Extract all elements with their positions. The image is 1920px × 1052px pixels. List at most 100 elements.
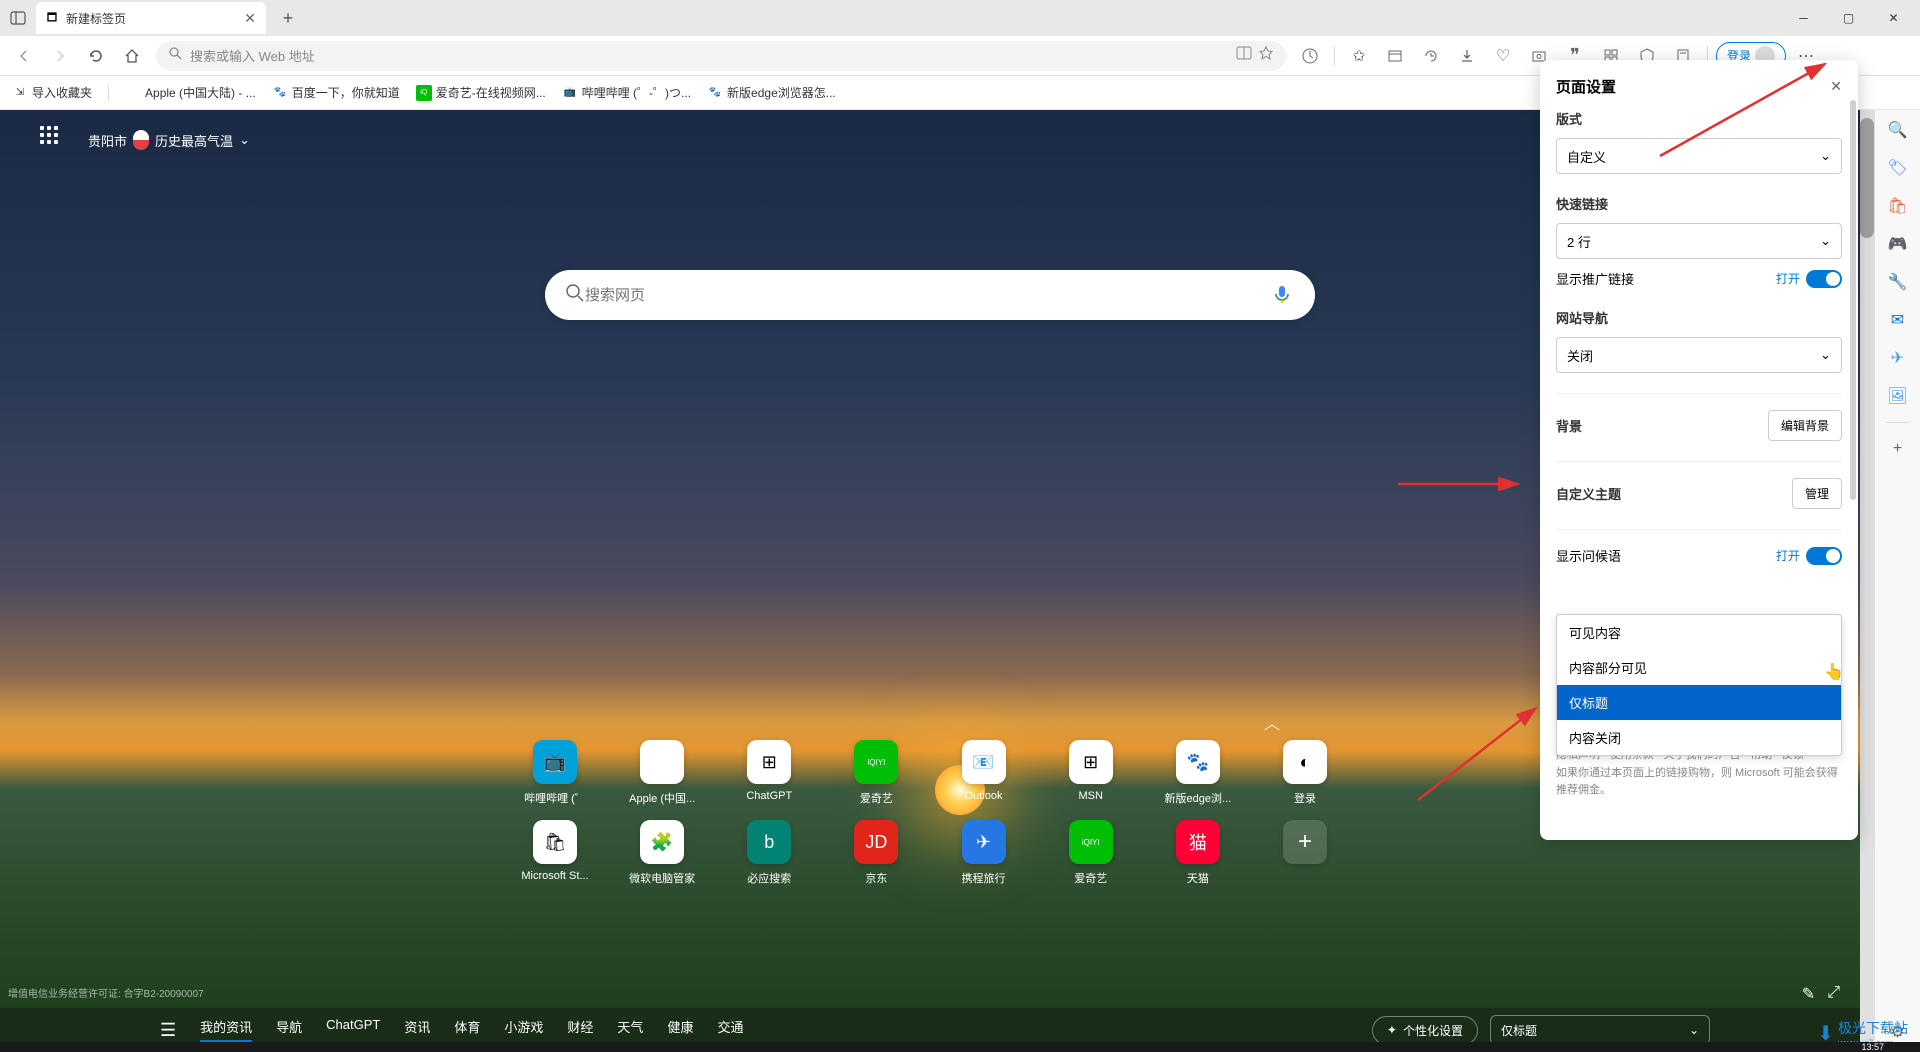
split-screen-icon[interactable] xyxy=(1236,45,1252,66)
quick-link-tile[interactable]: 猫天猫 xyxy=(1163,820,1233,886)
quick-link-tile[interactable]: ◐登录 xyxy=(1270,740,1340,806)
bookmark-item[interactable]: 🐾新版edge浏览器怎... xyxy=(707,84,836,101)
layout-select[interactable]: 仅标题 ⌄ xyxy=(1490,1015,1710,1045)
feed-nav-item[interactable]: 导航 xyxy=(276,1017,302,1043)
feed-nav-item[interactable]: 资讯 xyxy=(404,1017,430,1043)
greeting-toggle[interactable] xyxy=(1806,547,1842,565)
feed-nav-item[interactable]: ChatGPT xyxy=(326,1017,380,1043)
tab-close-button[interactable]: ✕ xyxy=(242,10,258,26)
downloads-icon[interactable] xyxy=(1451,40,1483,72)
quick-link-tile[interactable]: JD京东 xyxy=(841,820,911,886)
personalize-button[interactable]: ✦ 个性化设置 xyxy=(1372,1016,1478,1045)
edit-icon[interactable]: ✎ xyxy=(1802,984,1815,1004)
quick-link-tile[interactable]: 📺哔哩哔哩 (゜ xyxy=(520,740,590,806)
sidebar-search-icon[interactable]: 🔍 xyxy=(1886,118,1910,142)
iqiyi-icon: iQ xyxy=(416,85,432,101)
annotation-arrow xyxy=(1398,474,1528,499)
site-nav-label: 网站导航 xyxy=(1556,308,1842,327)
bookmark-item[interactable]: 🐾百度一下，你就知道 xyxy=(272,84,400,101)
tile-label: ChatGPT xyxy=(746,790,792,802)
feed-nav-item[interactable]: 我的资讯 xyxy=(200,1017,252,1043)
feed-nav-item[interactable]: 小游戏 xyxy=(504,1017,543,1043)
favorites-icon[interactable]: ✩ xyxy=(1343,40,1375,72)
search-input[interactable] xyxy=(585,287,1271,304)
bookmark-item[interactable]: Apple (中国大陆) - ... xyxy=(125,84,256,101)
back-button[interactable] xyxy=(8,40,40,72)
feed-nav-item[interactable]: 交通 xyxy=(717,1017,743,1043)
add-tile-button[interactable]: + xyxy=(1270,820,1340,886)
tile-icon: ⊞ xyxy=(1069,740,1113,784)
edit-background-button[interactable]: 编辑背景 xyxy=(1768,410,1842,441)
dropdown-option[interactable]: 内容部分可见 xyxy=(1557,650,1841,685)
location-weather[interactable]: 贵阳市 历史最高气温 ⌄ xyxy=(88,130,250,150)
quick-link-tile[interactable]: ✈携程旅行 xyxy=(949,820,1019,886)
tray-clock[interactable]: 13:57 xyxy=(1861,1042,1884,1052)
quick-link-tile[interactable]: 📧Outlook xyxy=(949,740,1019,806)
sidebar-tag-icon[interactable]: 🏷 xyxy=(1886,156,1910,180)
sidebar-games-icon[interactable]: 🎮 xyxy=(1886,232,1910,256)
quick-link-tile[interactable]: 🛍Microsoft St... xyxy=(520,820,590,886)
browser-tab[interactable]: 🗖 新建标签页 ✕ xyxy=(36,2,266,34)
sidebar-tools-icon[interactable]: 🔧 xyxy=(1886,270,1910,294)
tile-label: 爱奇艺 xyxy=(1074,870,1107,886)
sidebar-image-icon[interactable]: 🖼 xyxy=(1886,384,1910,408)
sidebar-shopping-icon[interactable]: 🛍 xyxy=(1886,194,1910,218)
quick-link-tile[interactable]: 🧩微软电脑管家 xyxy=(627,820,697,886)
tile-label: 天猫 xyxy=(1187,870,1209,886)
tile-icon: 🛍 xyxy=(533,820,577,864)
feed-nav-item[interactable]: 财经 xyxy=(567,1017,593,1043)
quick-link-tile[interactable]: 🐾新版edge浏... xyxy=(1163,740,1233,806)
content-scrollbar[interactable] xyxy=(1860,110,1874,1052)
quicklinks-dropdown[interactable]: 2 行 ⌄ xyxy=(1556,223,1842,259)
collections-icon[interactable] xyxy=(1379,40,1411,72)
menu-icon[interactable]: ☰ xyxy=(160,1020,176,1041)
address-bar[interactable]: 搜索或输入 Web 地址 xyxy=(156,41,1286,71)
expand-icon[interactable]: ⤢ xyxy=(1827,984,1840,1004)
dropdown-option[interactable]: 内容关闭 xyxy=(1557,720,1841,755)
tile-label: 京东 xyxy=(865,870,887,886)
bookmark-item[interactable]: iQ爱奇艺-在线视频网... xyxy=(416,84,546,101)
panel-scrollbar[interactable] xyxy=(1850,100,1856,500)
windows-taskbar[interactable] xyxy=(0,1042,1920,1052)
apple-icon xyxy=(125,85,141,101)
quick-link-tile[interactable]: iQIYI爱奇艺 xyxy=(841,740,911,806)
sidebar-outlook-icon[interactable]: ✉ xyxy=(1886,308,1910,332)
import-bookmarks[interactable]: ⇲ 导入收藏夹 xyxy=(12,84,92,101)
site-nav-dropdown[interactable]: 关闭 ⌄ xyxy=(1556,337,1842,373)
performance-icon[interactable]: ♡ xyxy=(1487,40,1519,72)
voice-search-button[interactable] xyxy=(1271,283,1295,307)
new-tab-button[interactable]: + xyxy=(274,4,302,32)
feed-nav-item[interactable]: 体育 xyxy=(454,1017,480,1043)
tab-spaces-button[interactable] xyxy=(4,4,32,32)
scrollbar-thumb[interactable] xyxy=(1860,118,1874,238)
quick-link-tile[interactable]: ⊞MSN xyxy=(1056,740,1126,806)
quick-link-tile[interactable]: b必应搜索 xyxy=(734,820,804,886)
quick-link-tile[interactable]: iQIYI爱奇艺 xyxy=(1056,820,1126,886)
history-icon[interactable] xyxy=(1415,40,1447,72)
extension-icon[interactable] xyxy=(1294,40,1326,72)
quick-link-tile[interactable]: Apple (中国... xyxy=(627,740,697,806)
tile-icon: 猫 xyxy=(1176,820,1220,864)
manage-theme-button[interactable]: 管理 xyxy=(1792,478,1842,509)
tile-icon: ✈ xyxy=(962,820,1006,864)
close-window-button[interactable]: ✕ xyxy=(1871,2,1916,34)
feed-nav-item[interactable]: 天气 xyxy=(617,1017,643,1043)
home-button[interactable] xyxy=(116,40,148,72)
bookmark-item[interactable]: 📺哔哩哔哩 (゜-゜)つ... xyxy=(562,84,691,101)
favorite-star-icon[interactable] xyxy=(1258,45,1274,66)
minimize-button[interactable]: ─ xyxy=(1781,2,1826,34)
dropdown-option-selected[interactable]: 仅标题 xyxy=(1557,685,1841,720)
collapse-tiles-button[interactable]: ︿ xyxy=(580,710,1280,734)
feed-nav-item[interactable]: 健康 xyxy=(667,1017,693,1043)
dropdown-option[interactable]: 可见内容 xyxy=(1557,615,1841,650)
quick-links-tiles: 📺哔哩哔哩 (゜Apple (中国...⊞ChatGPTiQIYI爱奇艺📧Out… xyxy=(520,740,1340,900)
sparkle-icon: ✦ xyxy=(1387,1023,1397,1037)
promoted-toggle[interactable] xyxy=(1806,270,1842,288)
app-launcher-button[interactable] xyxy=(40,126,68,154)
maximize-button[interactable]: ▢ xyxy=(1826,2,1871,34)
sidebar-send-icon[interactable]: ✈ xyxy=(1886,346,1910,370)
refresh-button[interactable] xyxy=(80,40,112,72)
search-box[interactable] xyxy=(545,270,1315,320)
quick-link-tile[interactable]: ⊞ChatGPT xyxy=(734,740,804,806)
sidebar-add-icon[interactable]: + xyxy=(1886,437,1910,461)
